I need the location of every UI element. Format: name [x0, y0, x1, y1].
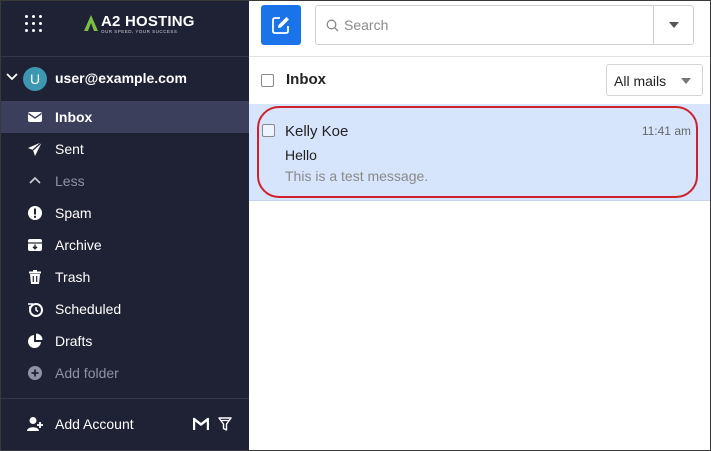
chevron-down-icon[interactable]	[6, 72, 18, 82]
sidebar-item-less[interactable]: Less	[1, 165, 249, 197]
gmail-icon[interactable]	[193, 417, 209, 431]
archive-box-icon	[28, 239, 42, 251]
sidebar-footer: Add Account	[1, 398, 249, 450]
message-sender: Kelly Koe	[285, 123, 349, 140]
sidebar-item-label: Sent	[55, 141, 84, 157]
avatar: U	[23, 67, 47, 91]
sidebar-header: A2 HOSTING OUR SPEED, YOUR SUCCESS	[1, 1, 249, 57]
message-subject: Hello	[285, 147, 317, 163]
account-email: user@example.com	[55, 70, 187, 86]
brand-tagline: OUR SPEED, YOUR SUCCESS	[101, 29, 178, 34]
sidebar-item-label: Drafts	[55, 333, 93, 349]
sidebar-item-scheduled[interactable]: Scheduled	[1, 293, 249, 325]
chevron-down-icon	[681, 78, 691, 84]
search-input[interactable]	[344, 15, 644, 35]
search-box[interactable]	[315, 5, 694, 45]
page-title: Inbox	[286, 71, 326, 88]
sidebar-item-label: Inbox	[55, 109, 93, 125]
message-preview: This is a test message.	[285, 168, 429, 184]
drafts-pie-icon	[28, 333, 43, 348]
message-list-header: Inbox All mails	[249, 58, 710, 104]
sidebar-item-sent[interactable]: Sent	[1, 133, 249, 165]
account-row[interactable]: U user@example.com	[1, 57, 249, 99]
compose-button[interactable]	[261, 5, 301, 45]
scheduled-clock-icon	[28, 303, 43, 317]
highlight-annotation	[257, 106, 698, 198]
compose-pencil-icon	[272, 17, 289, 34]
mail-filter-value: All mails	[614, 73, 667, 89]
envelope-icon	[28, 112, 42, 122]
brand-logo: A2 HOSTING OUR SPEED, YOUR SUCCESS	[83, 13, 195, 40]
app-grid-icon[interactable]	[25, 15, 43, 33]
folder-list: Inbox Sent Less Spam Archive Trash Sched…	[1, 101, 249, 389]
paper-plane-icon	[28, 141, 43, 156]
sidebar-item-label: Add folder	[55, 365, 119, 381]
chevron-up-icon	[29, 176, 41, 184]
main-panel: Inbox All mails Kelly Koe 11:41 am Hello…	[249, 1, 710, 450]
plus-circle-icon	[28, 366, 42, 380]
sidebar-item-label: Trash	[55, 269, 91, 285]
add-account-button[interactable]: Add Account	[55, 416, 134, 432]
sidebar-item-label: Scheduled	[55, 301, 122, 317]
message-row[interactable]: Kelly Koe 11:41 am Hello This is a test …	[249, 104, 710, 201]
sidebar-item-archive[interactable]: Archive	[1, 229, 249, 261]
trash-icon	[29, 270, 41, 284]
sidebar: A2 HOSTING OUR SPEED, YOUR SUCCESS U use…	[1, 1, 249, 450]
a2-logo-mark-icon	[84, 15, 98, 31]
search-divider	[653, 6, 654, 44]
select-all-checkbox[interactable]	[261, 74, 274, 87]
sidebar-item-drafts[interactable]: Drafts	[1, 325, 249, 357]
search-options-caret-icon[interactable]	[669, 22, 679, 28]
message-checkbox[interactable]	[262, 124, 275, 137]
sidebar-item-label: Spam	[55, 205, 92, 221]
search-icon	[326, 19, 339, 32]
toolbar	[249, 1, 710, 57]
message-time: 11:41 am	[641, 124, 691, 138]
filter-icon[interactable]	[218, 417, 232, 431]
sidebar-item-spam[interactable]: Spam	[1, 197, 249, 229]
app-window: A2 HOSTING OUR SPEED, YOUR SUCCESS U use…	[0, 0, 711, 451]
sidebar-item-add-folder[interactable]: Add folder	[1, 357, 249, 389]
add-user-icon[interactable]	[27, 416, 43, 432]
brand-name: A2 HOSTING	[101, 13, 195, 30]
sidebar-item-trash[interactable]: Trash	[1, 261, 249, 293]
exclamation-circle-icon	[28, 206, 42, 220]
sidebar-item-label: Less	[55, 173, 85, 189]
mail-filter-dropdown[interactable]: All mails	[606, 64, 703, 96]
sidebar-item-label: Archive	[55, 237, 102, 253]
sidebar-item-inbox[interactable]: Inbox	[1, 101, 249, 133]
